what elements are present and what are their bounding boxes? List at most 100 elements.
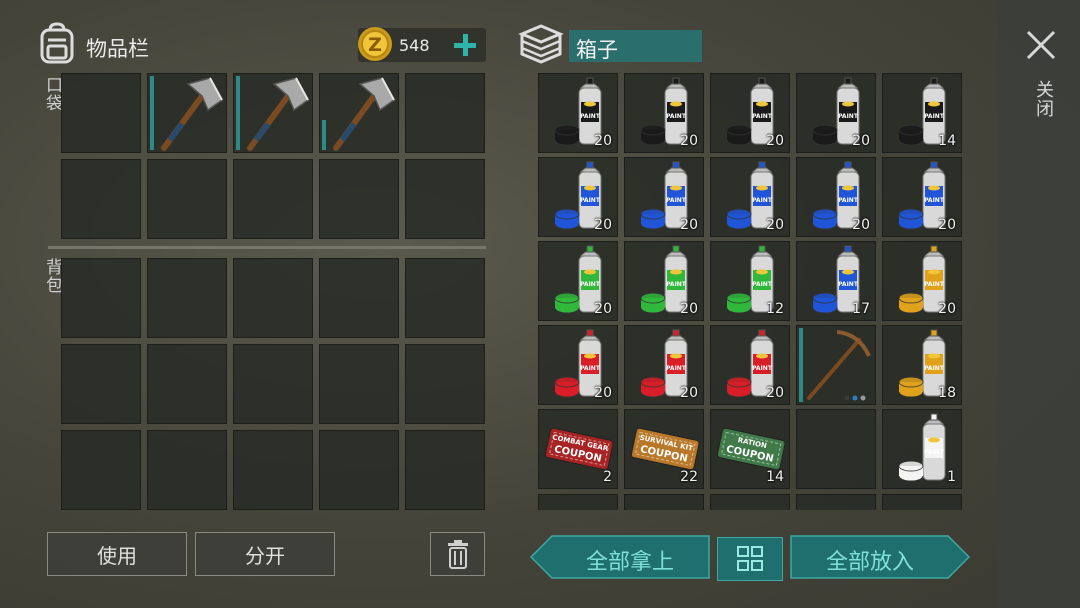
backpack-slot[interactable] <box>405 430 485 510</box>
box-slot[interactable]: PAINT 20 <box>710 73 790 153</box>
pocket-slot[interactable] <box>319 159 399 239</box>
section-divider <box>48 246 486 249</box>
backpack-slot[interactable] <box>147 344 227 424</box>
item-count: 1 <box>947 469 956 485</box>
item-count: 18 <box>938 385 956 401</box>
backpack-slot[interactable] <box>405 344 485 424</box>
pocket-slot[interactable] <box>233 159 313 239</box>
backpack-slot[interactable] <box>147 430 227 510</box>
crate-icon <box>518 24 564 64</box>
sort-button[interactable] <box>717 537 783 581</box>
box-slot[interactable]: PAINT 20 <box>538 157 618 237</box>
backpack-slot[interactable] <box>61 430 141 510</box>
svg-text:PAINT: PAINT <box>580 281 601 288</box>
pocket-slot[interactable] <box>405 159 485 239</box>
backpack-slot[interactable] <box>61 258 141 338</box>
close-button[interactable] <box>1024 28 1058 62</box>
backpack-slot[interactable] <box>147 258 227 338</box>
box-slot[interactable]: PAINT 20 <box>796 73 876 153</box>
item-count: 20 <box>594 385 612 401</box>
backpack-slot[interactable] <box>319 430 399 510</box>
svg-text:PAINT: PAINT <box>752 113 773 120</box>
pocket-slot[interactable] <box>405 73 485 153</box>
box-slot[interactable] <box>796 494 876 510</box>
box-slot[interactable]: PAINT 20 <box>624 325 704 405</box>
backpack-slot[interactable] <box>319 344 399 424</box>
backpack-slot[interactable] <box>405 258 485 338</box>
item-count: 20 <box>680 217 698 233</box>
close-label[interactable]: 关闭 <box>1030 80 1056 118</box>
backpack-slot[interactable] <box>233 258 313 338</box>
backpack-slot[interactable] <box>233 344 313 424</box>
item-count: 12 <box>766 301 784 317</box>
plus-icon <box>454 34 476 56</box>
split-button[interactable]: 分开 <box>195 532 335 576</box>
item-count: 20 <box>766 133 784 149</box>
pocket-slot[interactable] <box>61 159 141 239</box>
box-slot[interactable]: PAINT 20 <box>538 325 618 405</box>
box-slot[interactable]: PAINT 12 <box>710 241 790 321</box>
box-slot[interactable] <box>796 325 876 405</box>
svg-text:PAINT: PAINT <box>838 113 859 120</box>
item-count: 20 <box>852 217 870 233</box>
item-count: 20 <box>852 133 870 149</box>
svg-text:PAINT: PAINT <box>580 197 601 204</box>
svg-text:PAINT: PAINT <box>924 365 945 372</box>
box-slot[interactable] <box>538 494 618 510</box>
box-slot[interactable]: PAINT 20 <box>796 157 876 237</box>
svg-text:PAINT: PAINT <box>666 197 687 204</box>
box-slot[interactable]: PAINT 20 <box>882 241 962 321</box>
coin-icon: Z <box>356 25 394 63</box>
svg-text:Z: Z <box>368 34 382 56</box>
box-slot[interactable]: PAINT 20 <box>624 241 704 321</box>
box-slot[interactable] <box>882 494 962 510</box>
pocket-slot[interactable] <box>233 73 313 153</box>
grid-sort-icon <box>737 546 763 571</box>
pocket-slot[interactable] <box>147 73 227 153</box>
svg-text:PAINT: PAINT <box>580 365 601 372</box>
svg-text:PAINT: PAINT <box>838 281 859 288</box>
box-partial-row <box>538 494 963 510</box>
box-slot[interactable]: SURVIVAL KIT COUPON 22 <box>624 409 704 489</box>
box-slot[interactable]: COMBAT GEAR COUPON 2 <box>538 409 618 489</box>
box-slot[interactable]: PAINT 20 <box>624 73 704 153</box>
box-slot[interactable]: PAINT 20 <box>710 157 790 237</box>
box-slot[interactable]: PAINT 20 <box>538 73 618 153</box>
svg-text:PAINT: PAINT <box>666 281 687 288</box>
pocket-slot[interactable] <box>147 159 227 239</box>
item-count: 14 <box>766 469 784 485</box>
box-slot[interactable]: PAINT 20 <box>882 157 962 237</box>
box-slot[interactable]: PAINT 18 <box>882 325 962 405</box>
trash-icon <box>447 540 468 569</box>
box-slot[interactable]: PAINT 20 <box>538 241 618 321</box>
item-count: 20 <box>680 301 698 317</box>
box-slot[interactable]: PAINT 1 <box>882 409 962 489</box>
svg-text:PAINT: PAINT <box>580 113 601 120</box>
svg-text:PAINT: PAINT <box>666 113 687 120</box>
item-count: 20 <box>766 385 784 401</box>
backpack-slot[interactable] <box>233 430 313 510</box>
box-slot[interactable]: PAINT 17 <box>796 241 876 321</box>
take-all-label: 全部拿上 <box>585 550 674 575</box>
box-slot[interactable]: PAINT 20 <box>624 157 704 237</box>
item-count: 20 <box>680 133 698 149</box>
box-slot[interactable]: PAINT 20 <box>710 325 790 405</box>
box-slot[interactable] <box>710 494 790 510</box>
box-slot[interactable] <box>624 494 704 510</box>
use-button[interactable]: 使用 <box>47 532 187 576</box>
box-slot[interactable] <box>796 409 876 489</box>
pocket-slot[interactable] <box>319 73 399 153</box>
pocket-slot[interactable] <box>61 73 141 153</box>
item-count: 20 <box>938 217 956 233</box>
put-all-button[interactable]: 全部放入 <box>790 535 970 579</box>
take-all-button[interactable]: 全部拿上 <box>530 535 710 579</box>
backpack-slot[interactable] <box>61 344 141 424</box>
trash-button[interactable] <box>430 532 485 576</box>
close-icon <box>1026 30 1056 60</box>
box-slot[interactable]: RATION COUPON 14 <box>710 409 790 489</box>
add-coins-button[interactable] <box>450 30 480 60</box>
item-count: 14 <box>938 133 956 149</box>
box-slot[interactable]: PAINT 14 <box>882 73 962 153</box>
backpack-slot[interactable] <box>319 258 399 338</box>
svg-text:PAINT: PAINT <box>666 365 687 372</box>
